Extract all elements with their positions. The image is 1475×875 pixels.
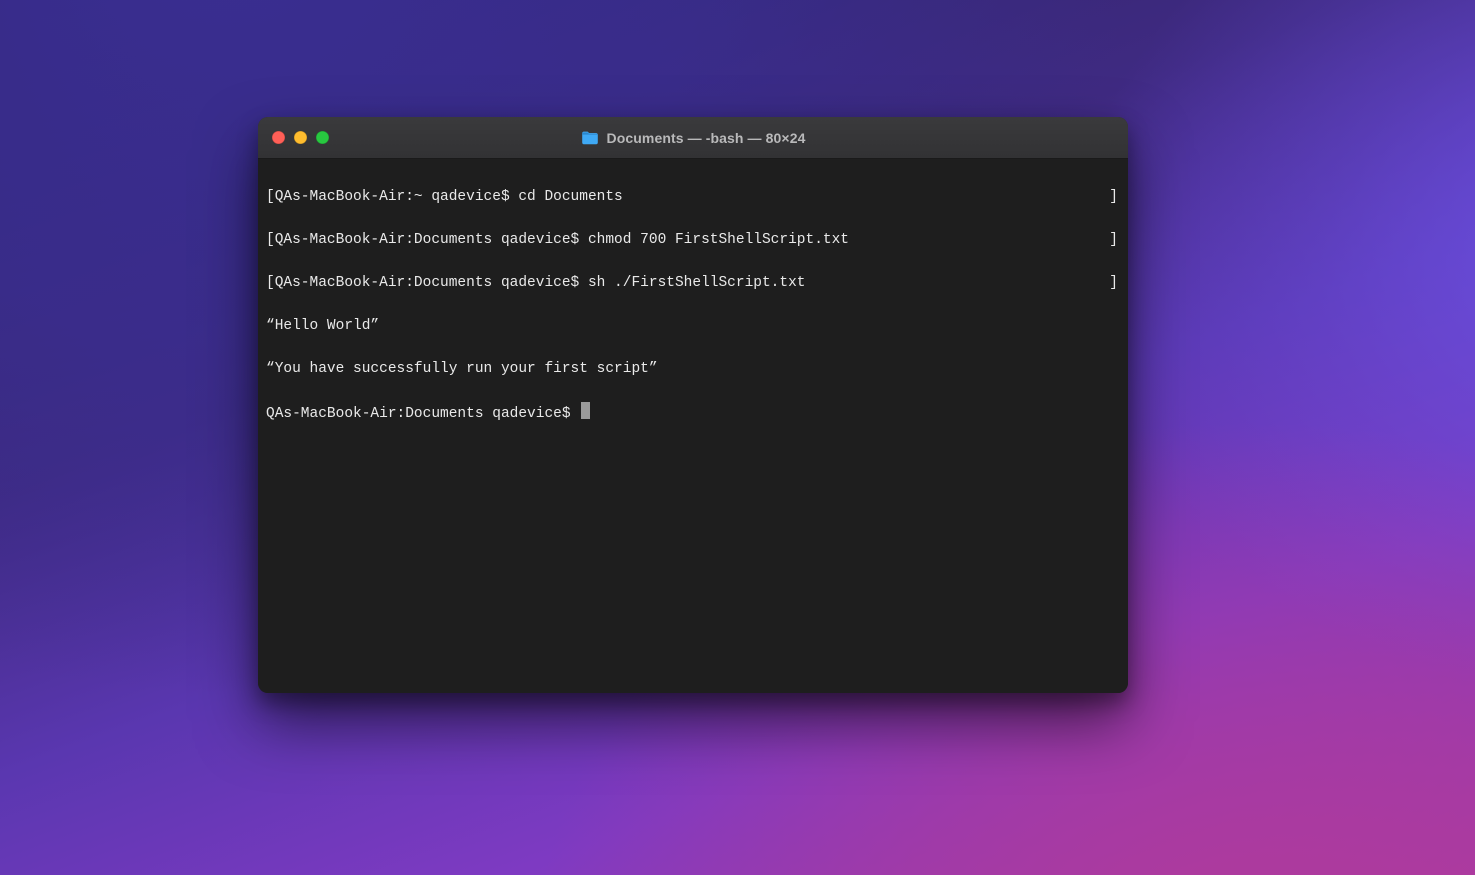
terminal-window[interactable]: Documents — -bash — 80×24 QAs-MacBook-Ai…: [258, 117, 1128, 693]
terminal-line: “Hello World”: [266, 316, 1120, 338]
close-button[interactable]: [272, 131, 285, 144]
window-title: Documents — -bash — 80×24: [258, 130, 1128, 146]
window-title-text: Documents — -bash — 80×24: [607, 130, 806, 146]
folder-icon: [581, 131, 599, 145]
window-titlebar[interactable]: Documents — -bash — 80×24: [258, 117, 1128, 159]
traffic-light-group: [272, 131, 329, 144]
terminal-prompt: QAs-MacBook-Air:Documents qadevice$: [266, 406, 579, 422]
minimize-button[interactable]: [294, 131, 307, 144]
zoom-button[interactable]: [316, 131, 329, 144]
terminal-line: “You have successfully run your first sc…: [266, 359, 1120, 381]
terminal-prompt-line: QAs-MacBook-Air:Documents qadevice$: [266, 402, 1120, 426]
terminal-content[interactable]: QAs-MacBook-Air:~ qadevice$ cd Documents…: [258, 159, 1128, 693]
cursor-icon: [581, 402, 590, 419]
terminal-line: QAs-MacBook-Air:~ qadevice$ cd Documents: [266, 187, 1120, 209]
terminal-line: QAs-MacBook-Air:Documents qadevice$ chmo…: [266, 230, 1120, 252]
terminal-line: QAs-MacBook-Air:Documents qadevice$ sh .…: [266, 273, 1120, 295]
